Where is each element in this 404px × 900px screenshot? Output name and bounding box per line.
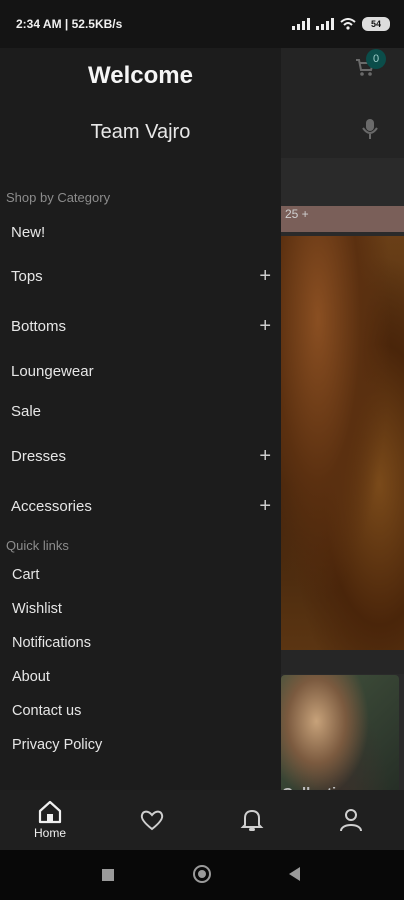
quick-links-title: Quick links (6, 538, 69, 553)
category-dresses[interactable]: Dresses + (11, 441, 273, 471)
page-topbar (281, 48, 404, 158)
quick-link-about[interactable]: About (12, 669, 50, 685)
status-bar: 2:34 AM | 52.5KB/s 54 (0, 0, 404, 48)
home-icon (38, 800, 62, 824)
hero-banner-image[interactable] (281, 236, 404, 650)
signal-icon (292, 18, 310, 30)
category-sale[interactable]: Sale (11, 396, 273, 426)
navigation-drawer: Welcome Team Vajro Shop by Category New!… (0, 48, 281, 790)
drawer-welcome-title: Welcome (88, 62, 193, 89)
nav-notifications-button[interactable] (212, 790, 292, 850)
quick-link-wishlist[interactable]: Wishlist (12, 601, 62, 617)
bottom-navigation: Home (0, 790, 404, 850)
expand-plus-icon[interactable]: + (259, 265, 271, 288)
category-label: Tops (11, 267, 43, 285)
user-icon (340, 809, 362, 832)
category-label: New! (11, 223, 46, 241)
category-label: Loungewear (11, 362, 94, 380)
category-label: Dresses (11, 447, 67, 465)
recents-icon[interactable] (102, 869, 114, 881)
status-time-speed: 2:34 AM | 52.5KB/s (16, 17, 123, 31)
quick-link-cart[interactable]: Cart (12, 567, 39, 583)
mic-icon[interactable] (362, 118, 378, 140)
category-accessories[interactable]: Accessories + (11, 491, 273, 521)
heart-icon (140, 810, 164, 831)
home-system-icon[interactable] (193, 865, 211, 883)
quick-link-notifications[interactable]: Notifications (12, 635, 91, 651)
promo-strip: 25 + (281, 206, 404, 232)
back-icon[interactable] (289, 867, 300, 881)
wifi-icon (340, 18, 356, 30)
expand-plus-icon[interactable]: + (259, 445, 271, 468)
quick-link-privacy[interactable]: Privacy Policy (12, 737, 102, 753)
category-loungewear[interactable]: Loungewear (11, 356, 273, 386)
quick-link-contact[interactable]: Contact us (12, 703, 81, 719)
signal-icon-2 (316, 18, 334, 30)
shop-by-category-title: Shop by Category (6, 190, 111, 205)
cart-badge: 0 (366, 49, 386, 69)
status-icons: 54 (292, 17, 390, 31)
nav-account-button[interactable] (311, 790, 391, 850)
expand-plus-icon[interactable]: + (259, 495, 271, 518)
category-bottoms[interactable]: Bottoms + (11, 311, 273, 341)
drawer-team-name: Team Vajro (90, 121, 191, 143)
nav-wishlist-button[interactable] (112, 790, 192, 850)
nav-home-label: Home (33, 826, 66, 840)
category-label: Bottoms (11, 317, 67, 335)
bell-icon (240, 809, 264, 831)
category-label: Accessories (11, 497, 92, 515)
battery-icon: 54 (362, 17, 390, 31)
page-divider (281, 650, 404, 674)
expand-plus-icon[interactable]: + (259, 315, 271, 338)
category-new[interactable]: New! (11, 217, 273, 247)
nav-home-button[interactable]: Home (10, 790, 90, 850)
category-label: Sale (11, 402, 42, 420)
category-tops[interactable]: Tops + (11, 261, 273, 291)
